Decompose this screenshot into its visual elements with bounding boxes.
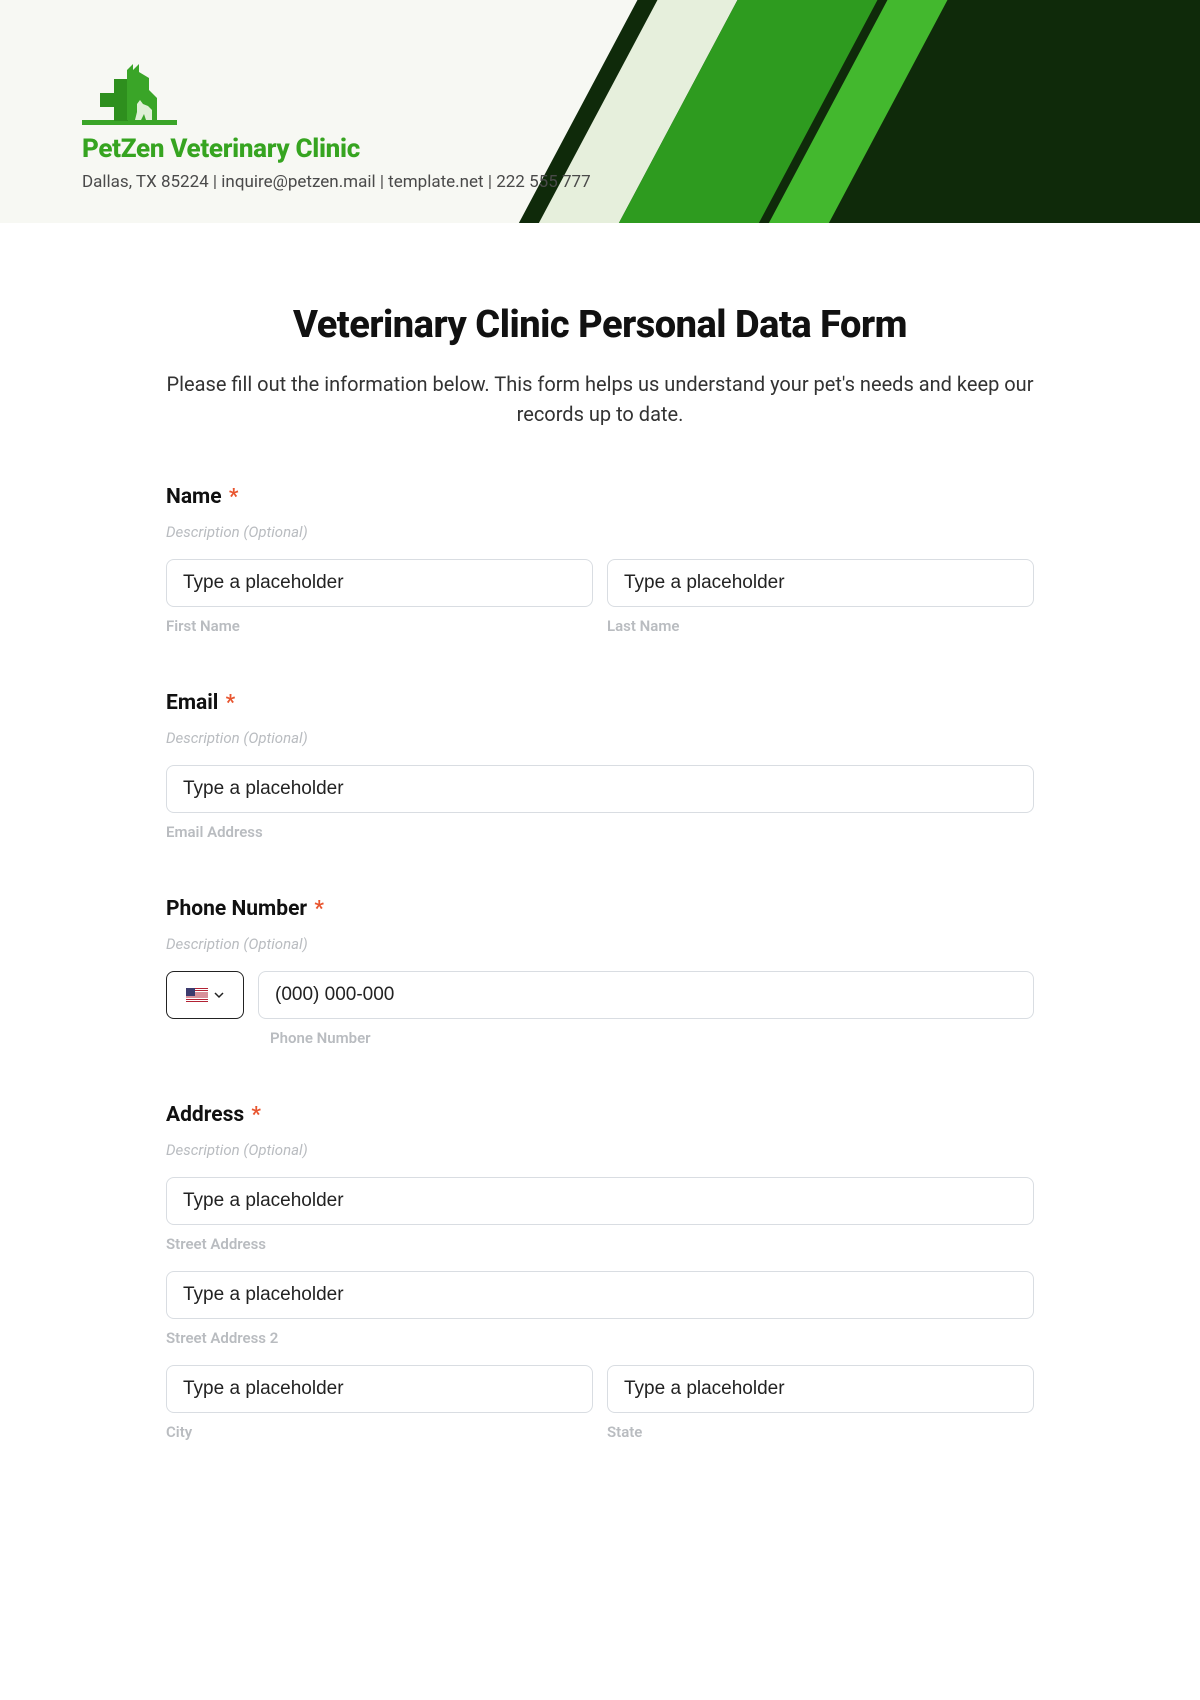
company-logo-icon (82, 58, 177, 128)
street-address-sublabel: Street Address (166, 1235, 1034, 1253)
first-name-input[interactable] (166, 559, 593, 607)
state-input[interactable] (607, 1365, 1034, 1413)
city-input[interactable] (166, 1365, 593, 1413)
email-label: Email * (166, 691, 1034, 715)
email-input[interactable] (166, 765, 1034, 813)
first-name-sublabel: First Name (166, 617, 593, 635)
field-group-email: Email * Description (Optional) Email Add… (140, 691, 1060, 841)
page-header: PetZen Veterinary Clinic Dallas, TX 8522… (0, 0, 1200, 223)
country-code-select[interactable] (166, 971, 244, 1019)
state-sublabel: State (607, 1423, 1034, 1441)
email-hint: Description (Optional) (166, 729, 1034, 747)
company-name: PetZen Veterinary Clinic (82, 134, 1200, 164)
phone-label-text: Phone Number (166, 897, 307, 921)
city-sublabel: City (166, 1423, 593, 1441)
form-container: Veterinary Clinic Personal Data Form Ple… (140, 223, 1060, 1481)
company-contact-line: Dallas, TX 85224 | inquire@petzen.mail |… (82, 172, 1200, 192)
street-address-input[interactable] (166, 1177, 1034, 1225)
street-address-2-sublabel: Street Address 2 (166, 1329, 1034, 1347)
required-mark: * (226, 691, 236, 715)
form-description: Please fill out the information below. T… (140, 369, 1060, 429)
chevron-down-icon (214, 990, 224, 1000)
required-mark: * (229, 485, 239, 509)
address-hint: Description (Optional) (166, 1141, 1034, 1159)
street-address-2-input[interactable] (166, 1271, 1034, 1319)
name-label: Name * (166, 485, 1034, 509)
email-sublabel: Email Address (166, 823, 1034, 841)
address-label-text: Address (166, 1103, 244, 1127)
field-group-address: Address * Description (Optional) Street … (140, 1103, 1060, 1441)
last-name-sublabel: Last Name (607, 617, 1034, 635)
form-title: Veterinary Clinic Personal Data Form (140, 303, 1060, 347)
us-flag-icon (186, 988, 208, 1002)
last-name-input[interactable] (607, 559, 1034, 607)
field-group-name: Name * Description (Optional) First Name… (140, 485, 1060, 635)
name-hint: Description (Optional) (166, 523, 1034, 541)
name-label-text: Name (166, 485, 222, 509)
email-label-text: Email (166, 691, 218, 715)
phone-hint: Description (Optional) (166, 935, 1034, 953)
required-mark: * (251, 1103, 261, 1127)
phone-number-input[interactable] (258, 971, 1034, 1019)
phone-label: Phone Number * (166, 897, 1034, 921)
field-group-phone: Phone Number * Description (Optional) Ph… (140, 897, 1060, 1047)
phone-sublabel: Phone Number (270, 1029, 1034, 1047)
required-mark: * (314, 897, 324, 921)
address-label: Address * (166, 1103, 1034, 1127)
